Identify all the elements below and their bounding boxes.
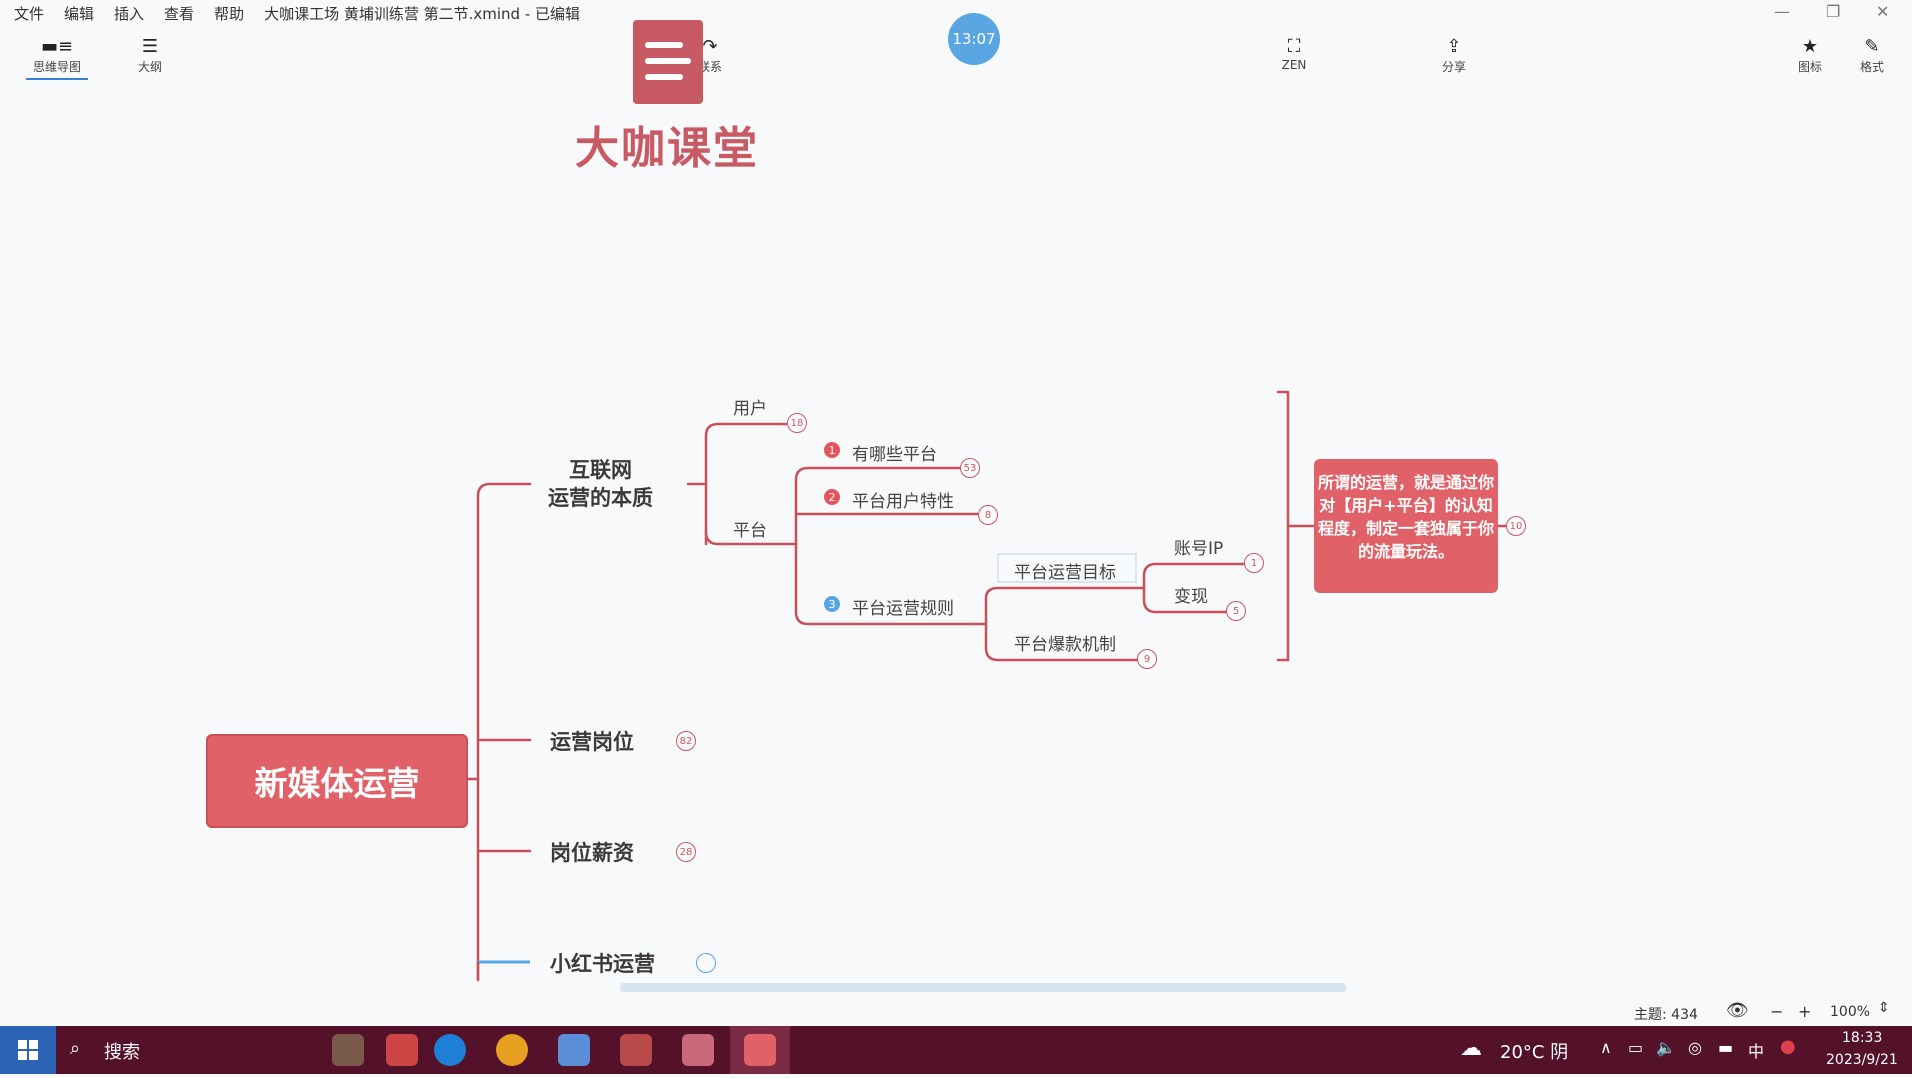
topic-platform-user-traits[interactable]: 平台用户特性 [852,487,954,512]
windows-logo-icon [18,1040,38,1060]
edge-browser-icon[interactable] [434,1034,466,1066]
taskbar-search[interactable]: 搜索 [104,1038,140,1064]
clock-date[interactable]: 2023/9/21 [1826,1052,1898,1068]
zoom-stepper-icon[interactable]: ⇕ [1878,1000,1890,1016]
collapse-badge[interactable]: 53 [960,458,980,478]
topic-viral-mechanism[interactable]: 平台爆款机制 [1014,630,1116,655]
clock-time[interactable]: 18:33 [1842,1030,1882,1046]
collapse-badge[interactable]: 8 [978,505,998,525]
eye-icon[interactable]: 👁 [1726,1000,1749,1021]
volume-icon[interactable]: 🔈 [1656,1038,1676,1057]
zoom-out-button[interactable]: − [1770,1002,1783,1021]
xmind-icon [744,1034,776,1066]
topic-which-platforms[interactable]: 有哪些平台 [852,440,937,465]
collapse-badge[interactable]: 82 [676,731,696,751]
topic-monetization[interactable]: 变现 [1174,582,1208,607]
topic-user[interactable]: 用户 [733,394,767,419]
topic-line: 互联网 [569,458,632,482]
collapse-badge[interactable]: 5 [1226,601,1246,621]
mindmap-connectors [462,390,1510,982]
summary-callout[interactable]: 所谓的运营，就是通过你对【用户+平台】的认知程度，制定一套独属于你的流量玩法。 [1314,459,1498,593]
collapse-badge[interactable] [696,953,716,973]
network-icon[interactable]: ▭ [1628,1038,1643,1057]
zoom-level[interactable]: 100% [1830,1004,1870,1020]
notes-app-icon[interactable] [558,1034,590,1066]
topic-platform[interactable]: 平台 [733,516,767,541]
topic-line: 运营的本质 [548,486,653,510]
priority-3-icon: 3 [824,596,840,612]
horizontal-scrollbar[interactable] [620,983,1346,992]
cloud-icon: ☁ [1460,1036,1482,1061]
taskbar-app-thumbnail[interactable] [332,1034,364,1066]
chrome-browser-icon[interactable] [496,1034,528,1066]
priority-2-icon: 2 [824,489,840,505]
chevron-up-icon[interactable]: ∧ [1600,1038,1612,1057]
topic-platform-rules[interactable]: 平台运营规则 [852,594,954,619]
taskbar: ⌕ 搜索 ☁ 20°C 阴 ∧ ▭ 🔈 ◎ ▬ 中 ● 18:33 2023/9… [0,1026,1912,1074]
collapse-badge[interactable]: 10 [1506,516,1526,536]
zoom-in-button[interactable]: + [1798,1002,1811,1021]
topic-xiaohongshu-operations[interactable]: 小红书运营 [550,948,655,978]
collapse-badge[interactable]: 18 [787,413,807,433]
topic-account-ip[interactable]: 账号IP [1174,534,1223,559]
battery-icon[interactable]: ▬ [1718,1038,1733,1057]
topic-operation-positions[interactable]: 运营岗位 [550,726,634,756]
xmind-taskbar-button[interactable] [730,1026,790,1074]
reader-app-icon[interactable] [620,1034,652,1066]
collapse-badge[interactable]: 9 [1137,649,1157,669]
topic-count: 主题: 434 [1634,1007,1698,1023]
topic-position-salary[interactable]: 岗位薪资 [550,837,634,867]
weather-text[interactable]: 20°C 阴 [1500,1038,1568,1064]
priority-1-icon: 1 [824,442,840,458]
input-method-icon[interactable]: ● [1780,1036,1796,1057]
collapse-badge[interactable]: 28 [676,842,696,862]
topic-internet-operations[interactable]: 互联网 运营的本质 [548,456,653,512]
camera-icon[interactable]: ◎ [1688,1038,1702,1057]
taskbar-app-books-icon[interactable] [386,1034,418,1066]
ime-indicator[interactable]: 中 [1748,1038,1764,1062]
collapse-badge[interactable]: 1 [1244,553,1264,573]
status-bar: 主题: 434 👁 − + 100% ⇕ [0,996,1912,1026]
folder-app-icon[interactable] [682,1034,714,1066]
search-icon[interactable]: ⌕ [70,1038,80,1059]
central-topic[interactable]: 新媒体运营 [206,734,468,828]
topic-platform-goals[interactable]: 平台运营目标 [1014,558,1116,583]
start-button[interactable] [0,1026,56,1074]
